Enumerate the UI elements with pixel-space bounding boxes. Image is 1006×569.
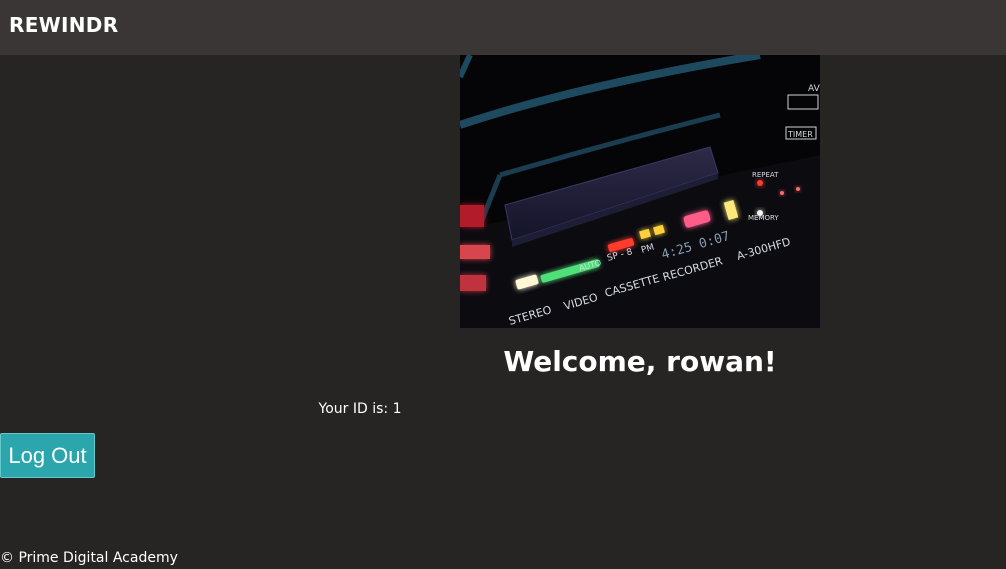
footer-copyright: © Prime Digital Academy [0, 550, 178, 566]
log-out-button[interactable]: Log Out [0, 433, 95, 478]
welcome-heading: Welcome, rowan! [503, 345, 777, 378]
vcr-hero-image: 4:25 0:07 STEREO VIDEO CASSETTE RECORDER… [460, 55, 820, 328]
brand-title[interactable]: REWINDR [9, 13, 118, 37]
vcr-illustration: 4:25 0:07 STEREO VIDEO CASSETTE RECORDER… [460, 55, 820, 328]
svg-text:MEMORY: MEMORY [748, 214, 779, 222]
navbar: REWINDR [0, 0, 1006, 55]
user-id-text: Your ID is: 1 [318, 401, 402, 417]
svg-text:REPEAT: REPEAT [752, 171, 779, 179]
svg-text:TIMER: TIMER [787, 130, 813, 139]
svg-text:AV: AV [808, 84, 820, 94]
